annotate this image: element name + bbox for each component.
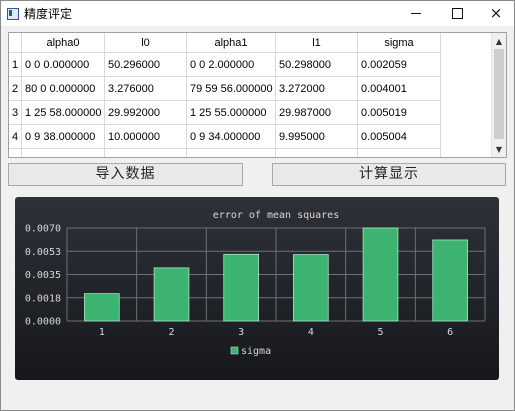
table-cell[interactable]: 3.272000 bbox=[275, 76, 358, 101]
table-corner[interactable] bbox=[9, 33, 22, 53]
title-bar[interactable]: 精度评定 × bbox=[1, 1, 514, 26]
table-cell[interactable]: 50.298000 bbox=[275, 52, 358, 77]
table-row[interactable]: 2 80 0 0.000000 3.276000 79 59 56.000000… bbox=[9, 76, 441, 101]
import-data-button[interactable]: 导入数据 bbox=[8, 163, 243, 186]
table-cell[interactable]: 1 25 55.000000 bbox=[186, 100, 276, 125]
table-cell[interactable]: 1 25 58.000000 bbox=[21, 100, 105, 125]
table-cell[interactable]: 9.995000 bbox=[275, 124, 358, 149]
table-cell[interactable]: 79 59 56.000000 bbox=[186, 76, 276, 101]
bar bbox=[223, 253, 259, 322]
chart-title: error of mean squares bbox=[213, 210, 339, 221]
y-tick-label: 0.0035 bbox=[25, 270, 61, 281]
table-cell[interactable] bbox=[186, 148, 276, 157]
y-tick-label: 0.0018 bbox=[25, 293, 61, 304]
table-cell[interactable]: 29.987000 bbox=[275, 100, 358, 125]
table-row[interactable] bbox=[9, 148, 441, 157]
table-cell[interactable]: 0 9 34.000000 bbox=[186, 124, 276, 149]
legend-label: sigma bbox=[241, 346, 271, 357]
table-cell[interactable] bbox=[275, 148, 358, 157]
table-cell[interactable]: 3.276000 bbox=[104, 76, 187, 101]
chart-panel: error of mean squares 0.0000 0.0018 0.0035 0… bbox=[15, 197, 499, 380]
app-icon bbox=[7, 8, 19, 20]
table-cell[interactable]: 0.002059 bbox=[357, 52, 441, 77]
x-tick-label: 6 bbox=[447, 327, 453, 338]
scroll-thumb[interactable] bbox=[494, 49, 504, 139]
table-cell[interactable]: 10.000000 bbox=[104, 124, 187, 149]
row-header[interactable] bbox=[9, 148, 22, 157]
bar bbox=[432, 239, 468, 322]
table-cell[interactable] bbox=[357, 148, 441, 157]
table-cell[interactable]: 0.004001 bbox=[357, 76, 441, 101]
maximize-button[interactable] bbox=[440, 1, 474, 26]
x-tick-label: 3 bbox=[238, 327, 244, 338]
maximize-icon bbox=[451, 8, 463, 19]
table-cell[interactable]: 0 9 38.000000 bbox=[21, 124, 105, 149]
close-icon: × bbox=[489, 4, 503, 22]
table-cell[interactable]: 0 0 2.000000 bbox=[186, 52, 276, 77]
column-header-alpha0[interactable]: alpha0 bbox=[21, 33, 105, 53]
column-header-l1[interactable]: l1 bbox=[275, 33, 358, 53]
legend-swatch bbox=[230, 346, 239, 355]
x-tick-label: 1 bbox=[99, 327, 105, 338]
row-header[interactable]: 2 bbox=[9, 76, 22, 101]
scroll-down-icon[interactable]: ▼ bbox=[492, 142, 506, 156]
table-cell[interactable]: 0.005019 bbox=[357, 100, 441, 125]
minimize-icon bbox=[411, 13, 421, 14]
y-tick-label: 0.0070 bbox=[25, 224, 61, 235]
data-table[interactable]: alpha0 l0 alpha1 l1 sigma 1 0 0 0.000000… bbox=[8, 32, 507, 158]
table-cell[interactable]: 0 0 0.000000 bbox=[21, 52, 105, 77]
window-title: 精度评定 bbox=[24, 7, 73, 21]
table-cell[interactable]: 80 0 0.000000 bbox=[21, 76, 105, 101]
table-row[interactable]: 1 0 0 0.000000 50.296000 0 0 2.000000 50… bbox=[9, 52, 441, 77]
bar bbox=[362, 227, 399, 322]
column-header-alpha1[interactable]: alpha1 bbox=[186, 33, 276, 53]
bar-chart: error of mean squares 0.0000 0.0018 0.0035 0… bbox=[25, 210, 486, 357]
minimize-button[interactable] bbox=[399, 1, 433, 26]
table-cell[interactable] bbox=[104, 148, 187, 157]
table-cell[interactable] bbox=[21, 148, 105, 157]
table-row[interactable]: 3 1 25 58.000000 29.992000 1 25 55.00000… bbox=[9, 100, 441, 125]
x-tick-label: 4 bbox=[308, 327, 314, 338]
close-button[interactable]: × bbox=[479, 1, 513, 26]
bar bbox=[293, 254, 329, 322]
y-tick-label: 0.0053 bbox=[25, 247, 61, 258]
x-tick-label: 5 bbox=[377, 327, 383, 338]
compute-display-button[interactable]: 计算显示 bbox=[272, 163, 506, 186]
vertical-scrollbar[interactable]: ▲ ▼ bbox=[491, 33, 506, 157]
table-cell[interactable]: 29.992000 bbox=[104, 100, 187, 125]
bar bbox=[153, 267, 190, 322]
bar bbox=[84, 293, 120, 322]
x-tick-label: 2 bbox=[168, 327, 174, 338]
table-cell[interactable]: 0.005004 bbox=[357, 124, 441, 149]
row-header[interactable]: 4 bbox=[9, 124, 22, 149]
row-header[interactable]: 1 bbox=[9, 52, 22, 77]
row-header[interactable]: 3 bbox=[9, 100, 22, 125]
table-cell[interactable]: 50.296000 bbox=[104, 52, 187, 77]
y-tick-label: 0.0000 bbox=[25, 317, 61, 328]
scroll-up-icon[interactable]: ▲ bbox=[492, 34, 506, 48]
column-header-sigma[interactable]: sigma bbox=[357, 33, 441, 53]
table-row[interactable]: 4 0 9 38.000000 10.000000 0 9 34.000000 … bbox=[9, 124, 441, 149]
column-header-l0[interactable]: l0 bbox=[104, 33, 187, 53]
